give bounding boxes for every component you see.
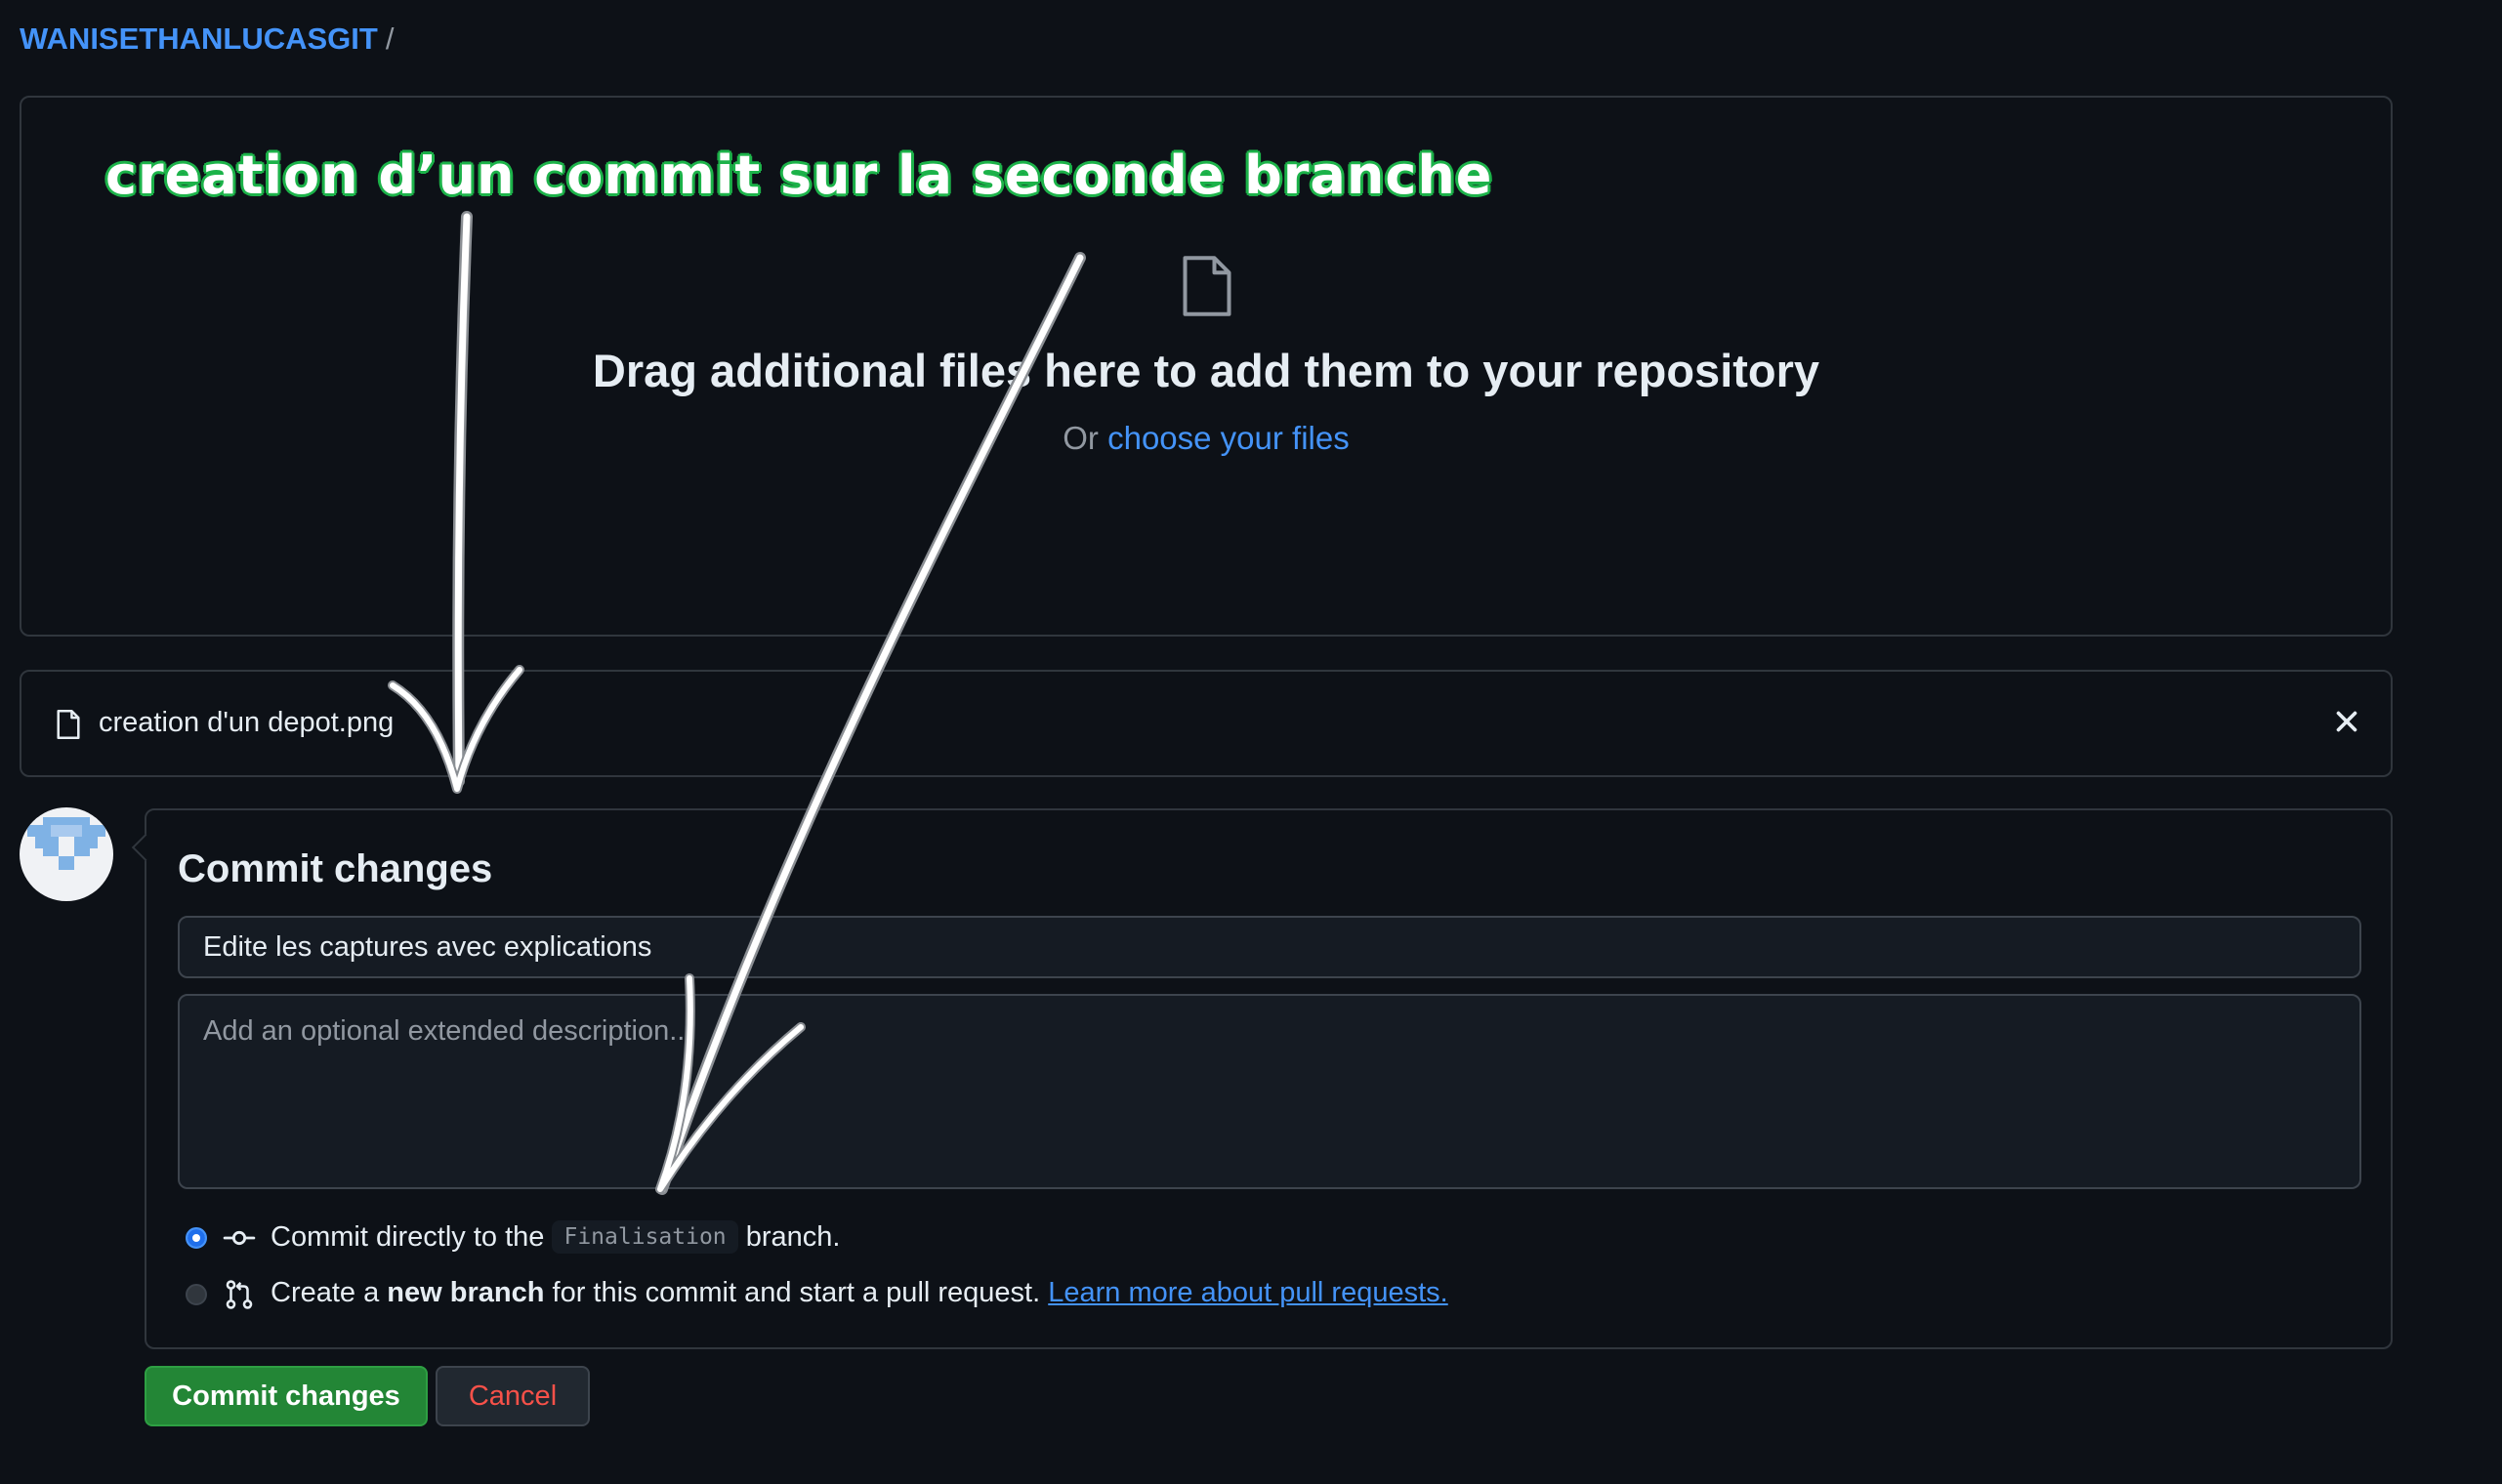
commit-panel-title: Commit changes <box>178 847 493 890</box>
cancel-button[interactable]: Cancel <box>436 1366 590 1426</box>
breadcrumb-owner-link[interactable]: WANISETHANLUCASGIT <box>20 21 378 56</box>
branch-name-pill: Finalisation <box>552 1220 738 1254</box>
new-branch-radio[interactable] <box>186 1284 207 1305</box>
commit-direct-suffix: branch. <box>745 1221 841 1253</box>
dropzone-title: Drag additional files here to add them t… <box>592 345 1820 396</box>
commit-changes-button[interactable]: Commit changes <box>145 1366 428 1426</box>
new-branch-option: Create a new branch for this commit and … <box>271 1277 1448 1309</box>
new-branch-middle: for this commit and start a pull request… <box>544 1277 1049 1308</box>
new-branch-bold: new branch <box>387 1277 545 1308</box>
dropzone-or-text: Or <box>1063 420 1108 456</box>
git-commit-icon <box>223 1230 256 1246</box>
commit-direct-option: Commit directly to the Finalisation bran… <box>271 1220 840 1254</box>
close-icon[interactable] <box>2330 705 2363 738</box>
commit-description-textarea[interactable] <box>178 994 2361 1189</box>
file-icon <box>57 710 80 739</box>
commit-direct-prefix: Commit directly to the <box>271 1221 545 1253</box>
commit-direct-radio[interactable] <box>186 1227 207 1249</box>
avatar[interactable] <box>20 807 113 901</box>
choose-files-link[interactable]: choose your files <box>1107 420 1350 456</box>
pull-request-learn-more-link[interactable]: Learn more about pull requests. <box>1048 1277 1447 1308</box>
uploaded-file-name: creation d'un depot.png <box>99 707 395 738</box>
new-branch-prefix: Create a <box>271 1277 388 1308</box>
file-icon <box>1183 256 1231 316</box>
annotation-title: creation d’un commit sur la seconde bran… <box>105 144 1493 206</box>
dropzone-choose-line: Or choose your files <box>0 420 2412 457</box>
breadcrumb: WANISETHANLUCASGIT / <box>20 21 394 57</box>
git-pull-request-icon <box>226 1280 253 1309</box>
commit-summary-input[interactable] <box>178 916 2361 978</box>
breadcrumb-separator: / <box>385 21 395 56</box>
